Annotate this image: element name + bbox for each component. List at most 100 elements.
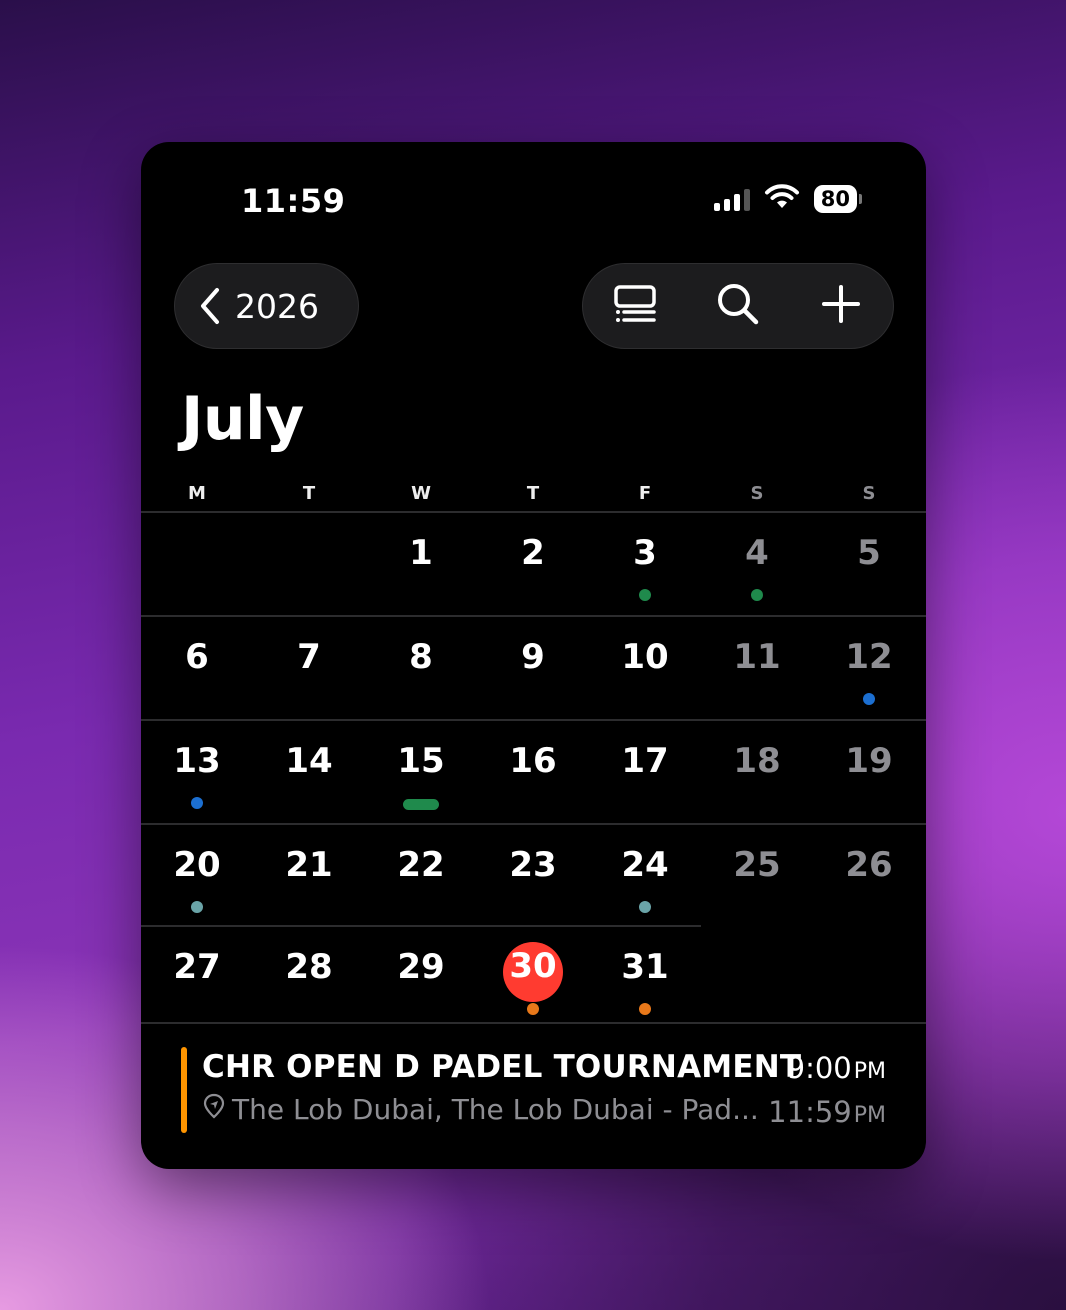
event-end-time: 11:59PM [768,1095,886,1129]
add-event-button[interactable] [806,271,876,341]
event-row[interactable]: CHR OPEN D PADEL TOURNAMENT 9:00PM The L… [181,1047,886,1133]
day-cell[interactable]: 17 [589,721,701,823]
day-cell[interactable]: 21 [253,825,365,927]
weekday-header: M T W T F S S [141,483,926,504]
day-number: 27 [173,947,221,987]
day-cell[interactable]: 27 [141,927,253,1029]
day-cell[interactable]: 26 [813,825,925,927]
day-cell[interactable]: 31 [589,927,701,1029]
day-cell[interactable]: 7 [253,617,365,719]
search-icon [716,282,760,330]
day-number: 9 [521,637,545,677]
empty-day-cell [253,513,365,615]
day-number: 23 [509,845,557,885]
day-cell[interactable]: 23 [477,825,589,927]
search-button[interactable] [703,271,773,341]
day-cell[interactable]: 11 [701,617,813,719]
day-cell[interactable]: 14 [253,721,365,823]
day-number: 25 [733,845,781,885]
day-number: 21 [285,845,333,885]
list-view-button[interactable] [600,271,670,341]
month-title: July [181,384,304,454]
day-cell[interactable]: 12 [813,617,925,719]
weekday-label: S [862,483,876,504]
day-number: 29 [397,947,445,987]
status-time: 11:59 [241,182,346,220]
day-cell[interactable]: 25 [701,825,813,927]
day-cell[interactable]: 2 [477,513,589,615]
day-cell[interactable]: 24 [589,825,701,927]
empty-day-cell [813,927,925,1029]
day-number: 17 [621,741,669,781]
day-number: 18 [733,741,781,781]
divider [141,1022,926,1024]
event-dot [527,1003,539,1015]
day-number: 30 [509,946,557,986]
status-icons: 80 [713,184,862,214]
plus-icon [821,284,861,328]
day-cell[interactable]: 10 [589,617,701,719]
day-cell[interactable]: 3 [589,513,701,615]
day-number: 2 [521,533,545,573]
day-number: 6 [185,637,209,677]
weekday-label: M [188,483,206,504]
day-cell[interactable]: 1 [365,513,477,615]
event-location: The Lob Dubai, The Lob Dubai - Pad... [202,1093,759,1126]
day-cell[interactable]: 4 [701,513,813,615]
day-number: 22 [397,845,445,885]
week-row: 6 7 8 9 10 11 12 [141,615,926,719]
toolbar-actions [582,263,894,349]
day-cell[interactable]: 16 [477,721,589,823]
cellular-signal-icon [713,187,750,211]
day-cell[interactable]: 18 [701,721,813,823]
day-number: 19 [845,741,893,781]
weekday-label: T [302,483,316,504]
event-end-time-value: 11:59 [768,1095,852,1129]
day-cell[interactable]: 9 [477,617,589,719]
day-cell[interactable]: 20 [141,825,253,927]
day-number: 31 [621,947,669,987]
week-row: 20 21 22 23 24 25 26 [141,823,926,927]
event-dot [191,901,203,913]
day-number: 8 [409,637,433,677]
day-cell[interactable]: 30 [477,927,589,1029]
day-number: 28 [285,947,333,987]
day-cell[interactable]: 5 [813,513,925,615]
calendar-app-window: 11:59 80 2026 July M T W T F S S 1 2 3 4… [141,142,926,1169]
event-location-text: The Lob Dubai, The Lob Dubai - Pad... [232,1093,759,1126]
day-cell[interactable]: 29 [365,927,477,1029]
day-cell[interactable]: 15 [365,721,477,823]
empty-day-cell [701,927,813,1029]
day-number: 4 [745,533,769,573]
day-number: 5 [857,533,881,573]
back-to-year-button[interactable]: 2026 [174,263,359,349]
weekday-label: F [638,483,652,504]
event-bar [403,799,439,810]
weekday-label: S [750,483,764,504]
day-cell[interactable]: 22 [365,825,477,927]
day-number: 20 [173,845,221,885]
weekday-label: W [411,483,431,504]
day-number: 15 [397,741,445,781]
day-number: 11 [733,637,781,677]
event-start-time: 9:00PM [787,1051,886,1085]
empty-day-cell [141,513,253,615]
day-cell[interactable]: 13 [141,721,253,823]
battery-icon: 80 [813,185,862,213]
day-number: 24 [621,845,669,885]
list-view-icon [613,284,657,328]
day-cell[interactable]: 6 [141,617,253,719]
day-number: 3 [633,533,657,573]
event-dot [639,1003,651,1015]
event-title: CHR OPEN D PADEL TOURNAMENT [202,1049,802,1085]
day-cell[interactable]: 19 [813,721,925,823]
day-number: 14 [285,741,333,781]
wifi-icon [764,184,800,214]
event-dot [639,589,651,601]
day-cell[interactable]: 8 [365,617,477,719]
day-number: 12 [845,637,893,677]
week-row: 13 14 15 16 17 18 19 [141,719,926,823]
event-dot [751,589,763,601]
battery-level: 80 [813,185,857,213]
day-cell[interactable]: 28 [253,927,365,1029]
